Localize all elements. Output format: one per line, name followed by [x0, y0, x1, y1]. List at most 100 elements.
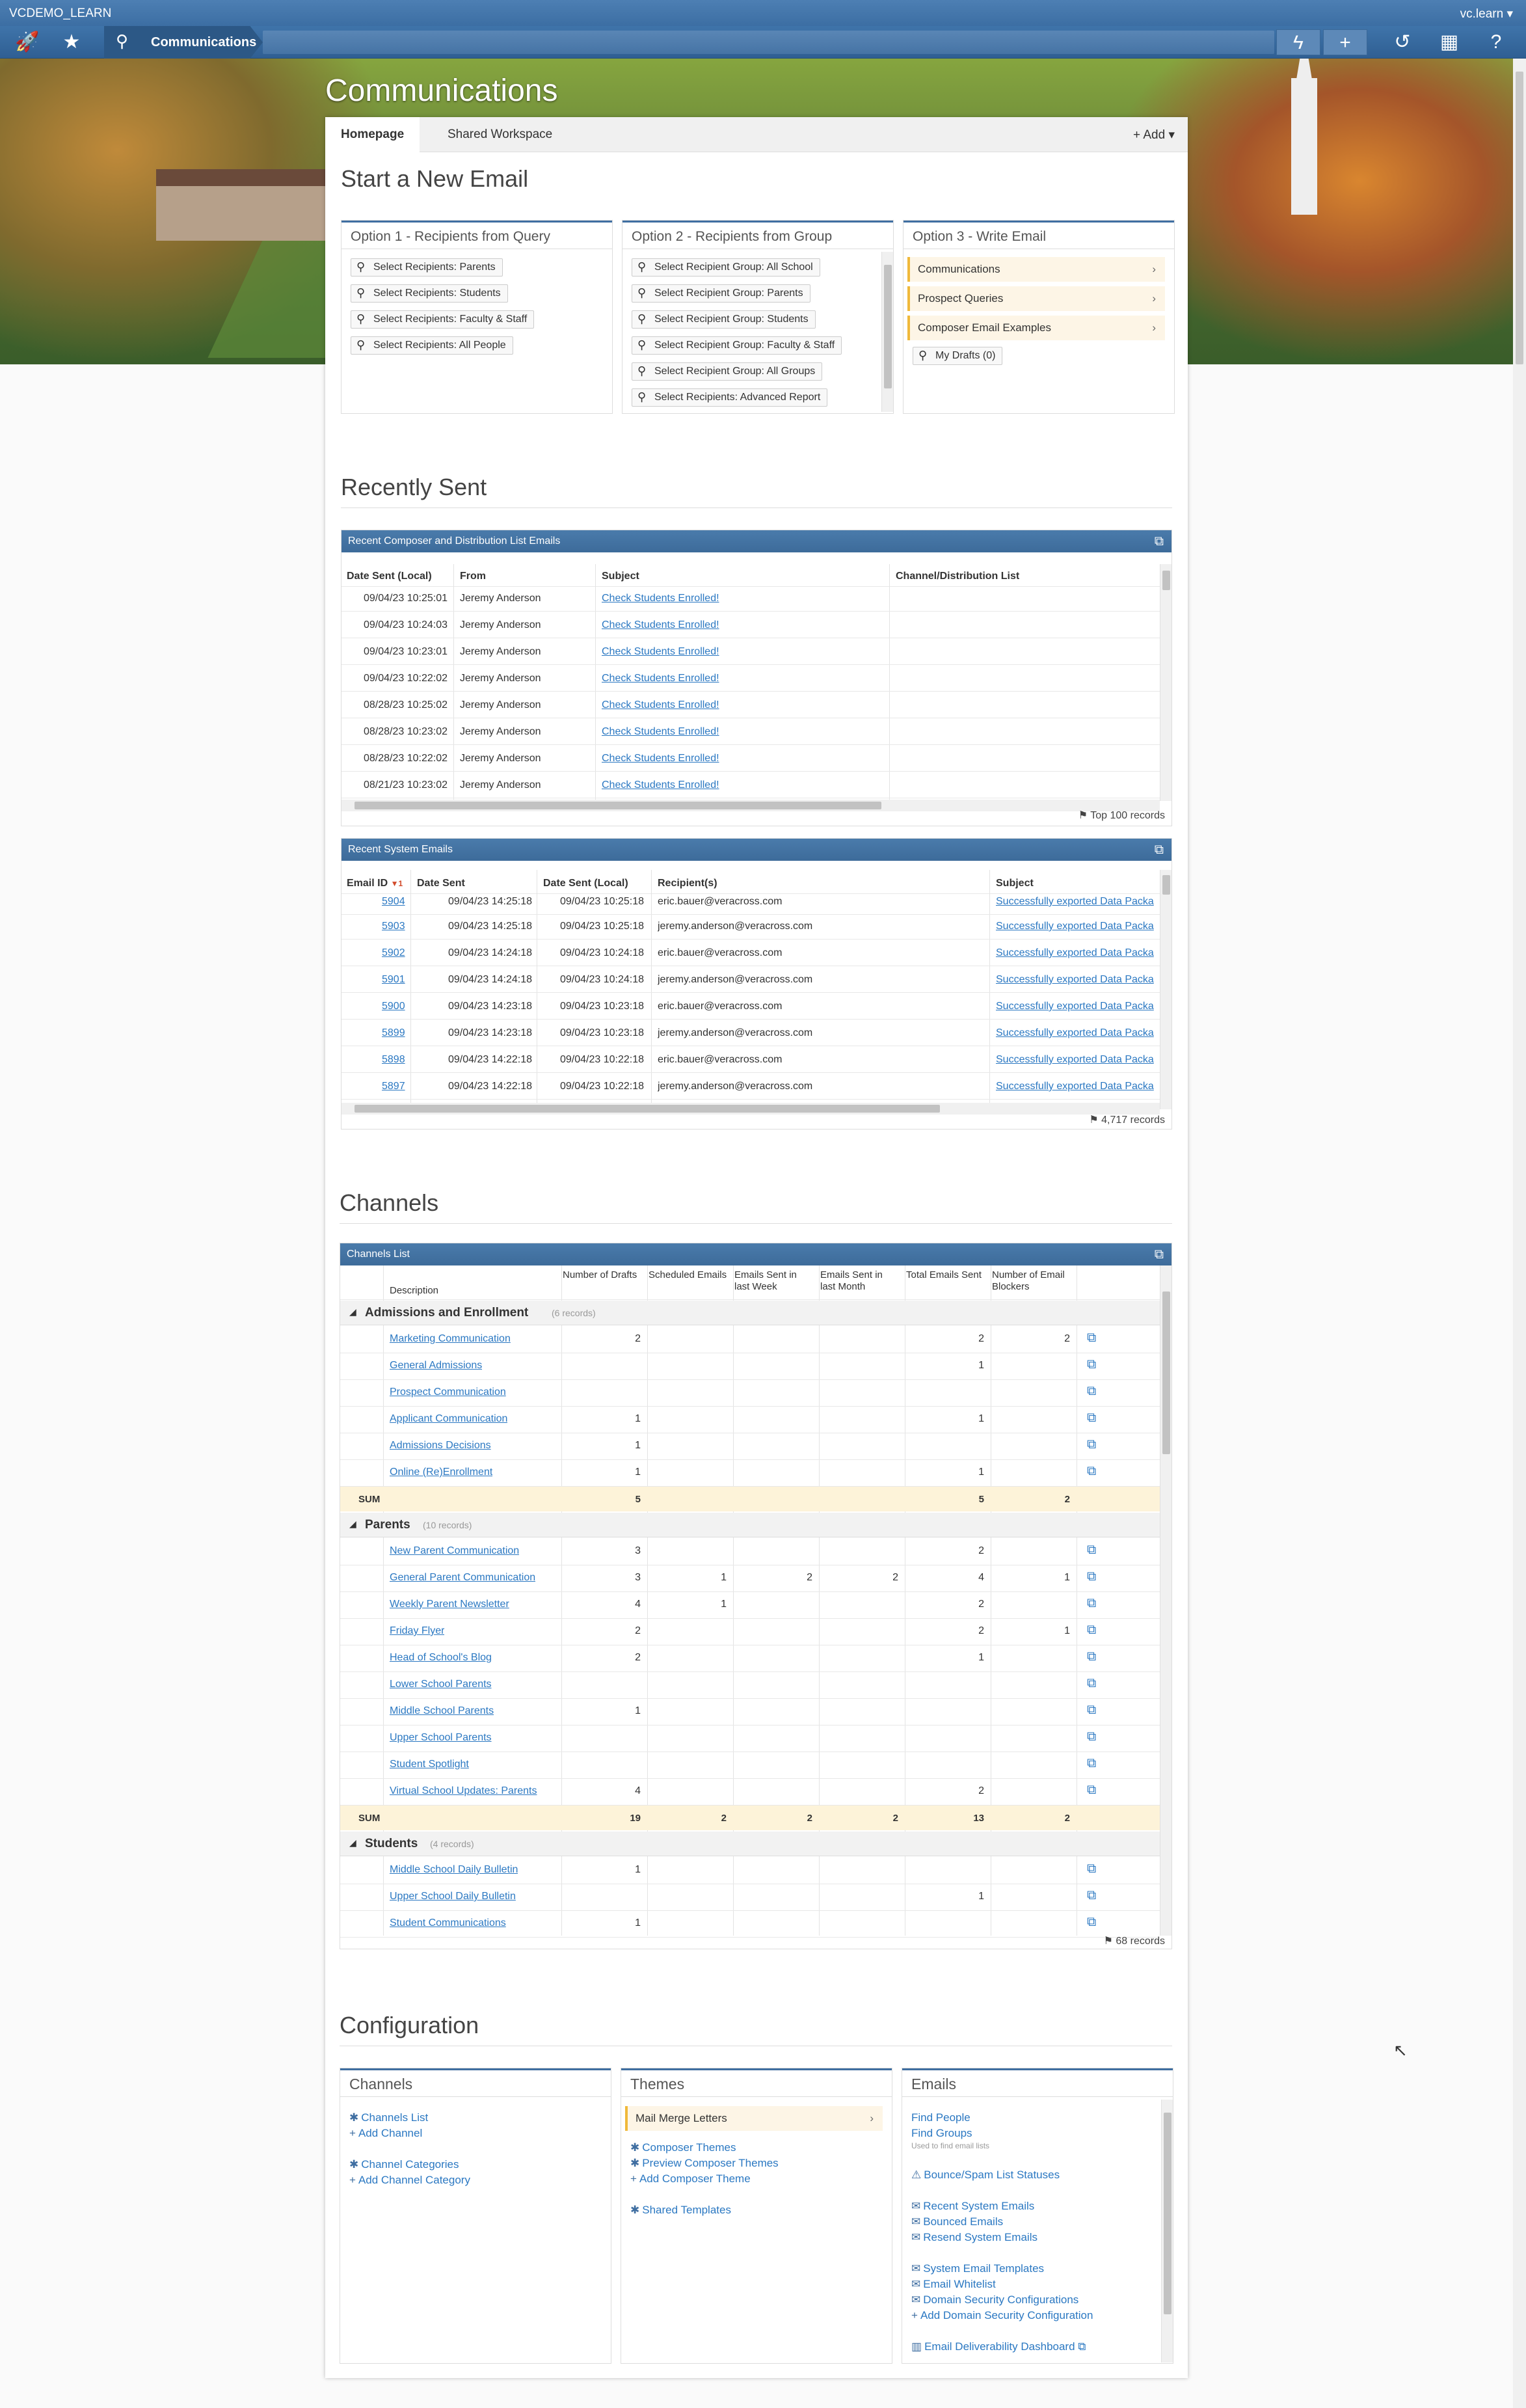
my-drafts-button[interactable]: ⚲ My Drafts (0): [913, 347, 1003, 365]
channel-link[interactable]: Middle School Daily Bulletin: [390, 1864, 518, 1876]
write-composer-examples-item[interactable]: Composer Email Examples ›: [907, 316, 1165, 340]
composer-hscroll[interactable]: [341, 800, 1160, 811]
channel-link[interactable]: New Parent Communication: [390, 1545, 519, 1557]
option2-scrollbar[interactable]: [881, 252, 893, 412]
write-prospect-queries-item[interactable]: Prospect Queries ›: [907, 286, 1165, 311]
collapse-triangle-icon[interactable]: ◢: [349, 1837, 356, 1848]
channels-col-5[interactable]: Total Emails Sent: [906, 1269, 985, 1281]
system-vscroll[interactable]: [1160, 870, 1171, 1109]
bounced-emails-link[interactable]: ✉ Bounced Emails: [911, 2215, 1003, 2228]
subject-link[interactable]: Successfully exported Data Packa: [996, 1027, 1158, 1039]
channel-link[interactable]: Upper School Daily Bulletin: [390, 1891, 516, 1902]
user-menu[interactable]: vc.learn ▾: [1460, 7, 1513, 21]
subject-link[interactable]: Check Students Enrolled!: [602, 779, 719, 791]
channel-link[interactable]: Marketing Communication: [390, 1333, 511, 1345]
tab-homepage[interactable]: Homepage: [325, 117, 420, 152]
composer-themes-link[interactable]: ✱ Composer Themes: [630, 2141, 736, 2154]
subject-link[interactable]: Successfully exported Data Packa: [996, 896, 1158, 908]
domain-security-link[interactable]: ✉ Domain Security Configurations: [911, 2293, 1078, 2307]
col-channel[interactable]: Channel/Distribution List: [896, 571, 1019, 582]
channels-vscroll[interactable]: [1160, 1265, 1171, 1936]
external-link-icon[interactable]: ⧉: [1155, 839, 1164, 861]
select-recipients-faculty-button[interactable]: ⚲ Select Recipients: Faculty & Staff: [351, 310, 535, 329]
external-link-icon[interactable]: ⧉: [1087, 1729, 1096, 1744]
subject-link[interactable]: Successfully exported Data Packa: [996, 921, 1158, 932]
emails-config-scrollbar[interactable]: [1161, 2100, 1173, 2362]
subject-link[interactable]: Check Students Enrolled!: [602, 593, 719, 604]
subject-link[interactable]: Successfully exported Data Packa: [996, 1001, 1158, 1012]
breadcrumb[interactable]: ⚲ Communications: [104, 26, 263, 59]
email-id-link[interactable]: 5900: [382, 1001, 405, 1012]
add-composer-theme-link[interactable]: + Add Composer Theme: [630, 2172, 751, 2185]
shared-templates-link[interactable]: ✱ Shared Templates: [630, 2204, 731, 2217]
email-id-link[interactable]: 5899: [382, 1027, 405, 1039]
external-link-icon[interactable]: ⧉: [1087, 1888, 1096, 1903]
add-button[interactable]: + Add ▾: [1133, 128, 1175, 142]
email-id-link[interactable]: 5901: [382, 974, 405, 986]
subject-link[interactable]: Check Students Enrolled!: [602, 726, 719, 738]
external-link-icon[interactable]: ⧉: [1087, 1357, 1096, 1372]
external-link-icon[interactable]: ⧉: [1087, 1756, 1096, 1771]
email-id-link[interactable]: 5897: [382, 1081, 405, 1092]
select-recipients-parents-button[interactable]: ⚲ Select Recipients: Parents: [351, 258, 503, 277]
group-header[interactable]: ◢ Parents (10 records): [340, 1513, 1160, 1537]
group-header[interactable]: ◢ Admissions and Enrollment (6 records): [340, 1301, 1160, 1325]
email-id-link[interactable]: 5902: [382, 947, 405, 959]
write-communications-item[interactable]: Communications ›: [907, 257, 1165, 282]
external-link-icon[interactable]: ⧉: [1087, 1623, 1096, 1638]
subject-link[interactable]: Check Students Enrolled!: [602, 699, 719, 711]
bounce-spam-link[interactable]: ⚠ Bounce/Spam List Statuses: [911, 2169, 1060, 2182]
channel-link[interactable]: Applicant Communication: [390, 1413, 507, 1425]
channels-list-link[interactable]: ✱ Channels List: [349, 2111, 428, 2124]
external-link-icon[interactable]: ⧉: [1087, 1464, 1096, 1479]
email-whitelist-link[interactable]: ✉ Email Whitelist: [911, 2278, 996, 2291]
channel-link[interactable]: Admissions Decisions: [390, 1440, 491, 1452]
channel-link[interactable]: Weekly Parent Newsletter: [390, 1599, 509, 1610]
channel-categories-link[interactable]: ✱ Channel Categories: [349, 2158, 459, 2171]
channel-link[interactable]: Virtual School Updates: Parents: [390, 1785, 537, 1797]
external-link-icon[interactable]: ⧉: [1087, 1384, 1096, 1399]
external-link-icon[interactable]: ⧉: [1087, 1703, 1096, 1718]
deliverability-dashboard-link[interactable]: ▥ Email Deliverability Dashboard ⧉: [911, 2340, 1086, 2353]
select-recipients-all-button[interactable]: ⚲ Select Recipients: All People: [351, 336, 513, 355]
external-link-icon[interactable]: ⧉: [1155, 1243, 1164, 1265]
dashboard-grid-icon[interactable]: ▦: [1427, 26, 1471, 59]
collapse-triangle-icon[interactable]: ◢: [349, 1306, 356, 1318]
col-recipients[interactable]: Recipient(s): [658, 878, 717, 889]
col-from[interactable]: From: [460, 571, 486, 582]
find-groups-link[interactable]: Find Groups: [911, 2127, 972, 2140]
external-link-icon[interactable]: ⧉: [1155, 530, 1164, 552]
channels-col-4[interactable]: Emails Sent in last Month: [820, 1269, 900, 1293]
external-link-icon[interactable]: ⧉: [1087, 1783, 1096, 1798]
channel-link[interactable]: Middle School Parents: [390, 1705, 494, 1717]
channel-link[interactable]: Lower School Parents: [390, 1679, 492, 1690]
subject-link[interactable]: Successfully exported Data Packa: [996, 947, 1158, 959]
system-email-templates-link[interactable]: ✉ System Email Templates: [911, 2262, 1044, 2275]
email-id-link[interactable]: 5903: [382, 921, 405, 932]
nav-search-bar[interactable]: [263, 31, 1274, 54]
channels-col-1[interactable]: Number of Drafts: [563, 1269, 642, 1281]
select-group-students-button[interactable]: ⚲ Select Recipient Group: Students: [632, 310, 816, 329]
external-link-icon[interactable]: ⧉: [1087, 1331, 1096, 1346]
select-group-all-school-button[interactable]: ⚲ Select Recipient Group: All School: [632, 258, 820, 277]
subject-link[interactable]: Successfully exported Data Packa: [996, 1081, 1158, 1092]
channel-link[interactable]: Upper School Parents: [390, 1732, 492, 1744]
channel-link[interactable]: Prospect Communication: [390, 1387, 506, 1398]
page-scrollbar[interactable]: [1513, 59, 1526, 2408]
resend-system-emails-link[interactable]: ✉ Resend System Emails: [911, 2231, 1037, 2244]
external-link-icon[interactable]: ⧉: [1087, 1676, 1096, 1691]
add-channel-link[interactable]: + Add Channel: [349, 2127, 422, 2140]
channels-col-3[interactable]: Emails Sent in last Week: [734, 1269, 814, 1293]
channel-link[interactable]: Head of School's Blog: [390, 1652, 492, 1664]
channel-link[interactable]: Student Spotlight: [390, 1759, 469, 1770]
email-id-link[interactable]: 5898: [382, 1054, 405, 1066]
channels-col-2[interactable]: Scheduled Emails: [649, 1269, 728, 1281]
external-link-icon[interactable]: ⧉: [1087, 1596, 1096, 1611]
help-icon[interactable]: ?: [1474, 26, 1518, 59]
email-id-link[interactable]: 5904: [382, 896, 405, 908]
select-advanced-report-button[interactable]: ⚲ Select Recipients: Advanced Report: [632, 388, 828, 407]
select-recipients-students-button[interactable]: ⚲ Select Recipients: Students: [351, 284, 508, 303]
col-date-sent-local[interactable]: Date Sent (Local): [543, 878, 628, 889]
channels-col-6[interactable]: Number of Email Blockers: [992, 1269, 1071, 1293]
subject-link[interactable]: Successfully exported Data Packa: [996, 974, 1158, 986]
